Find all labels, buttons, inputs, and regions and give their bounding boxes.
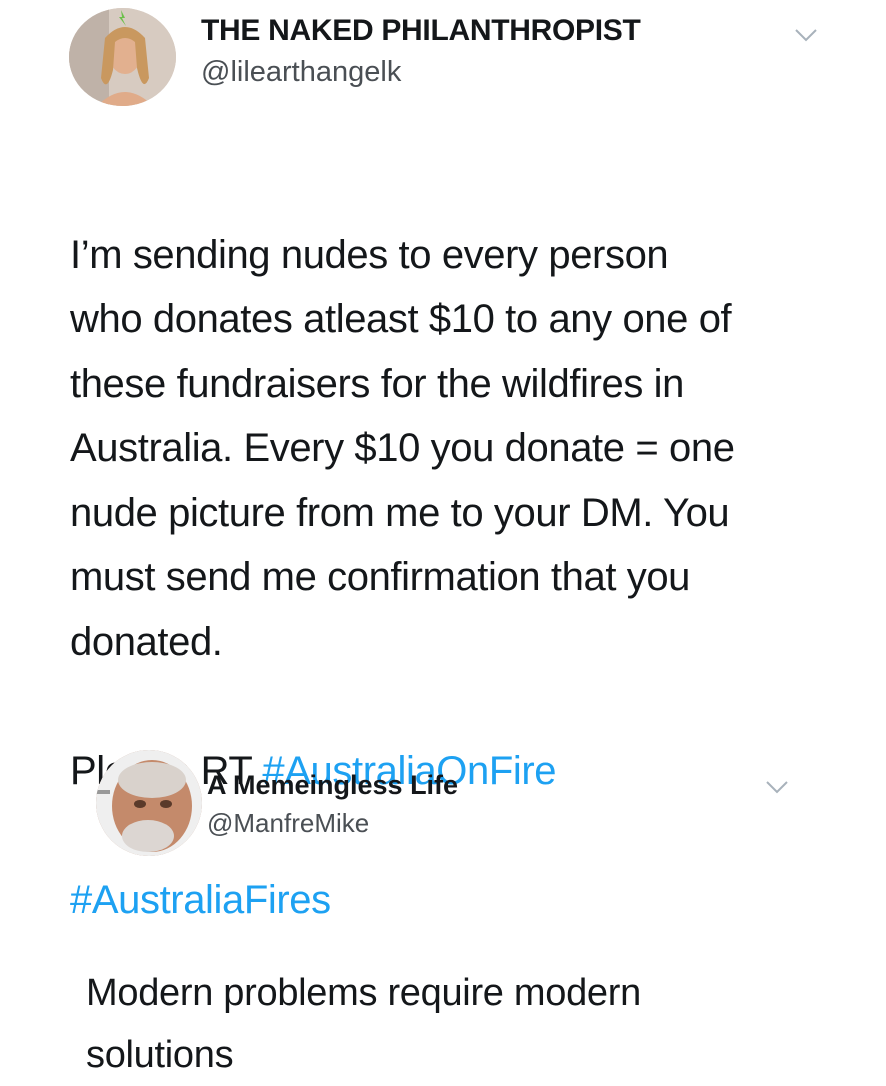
avatar-image [69,8,176,106]
user-handle[interactable]: @ManfreMike [207,808,369,839]
avatar-image [96,750,202,856]
user-handle[interactable]: @lilearthangelk [201,56,401,89]
tweet-text: Modern problems require modern solutions [86,972,641,1076]
avatar[interactable] [96,750,202,856]
display-name[interactable]: A Memeingless Life [207,770,458,801]
chevron-down-icon[interactable] [766,780,788,794]
avatar[interactable] [69,8,176,106]
chevron-down-icon[interactable] [795,28,817,42]
tweet-original: THE NAKED PHILANTHROPIST @lilearthangelk… [0,0,886,922]
tweet-body: Modern problems require modern solutions [86,900,846,1086]
display-name[interactable]: THE NAKED PHILANTHROPIST [201,14,641,48]
tweet-reply: A Memeingless Life @ManfreMike Modern pr… [0,730,886,1076]
tweet-text: I’m sending nudes to every person who do… [70,232,735,664]
